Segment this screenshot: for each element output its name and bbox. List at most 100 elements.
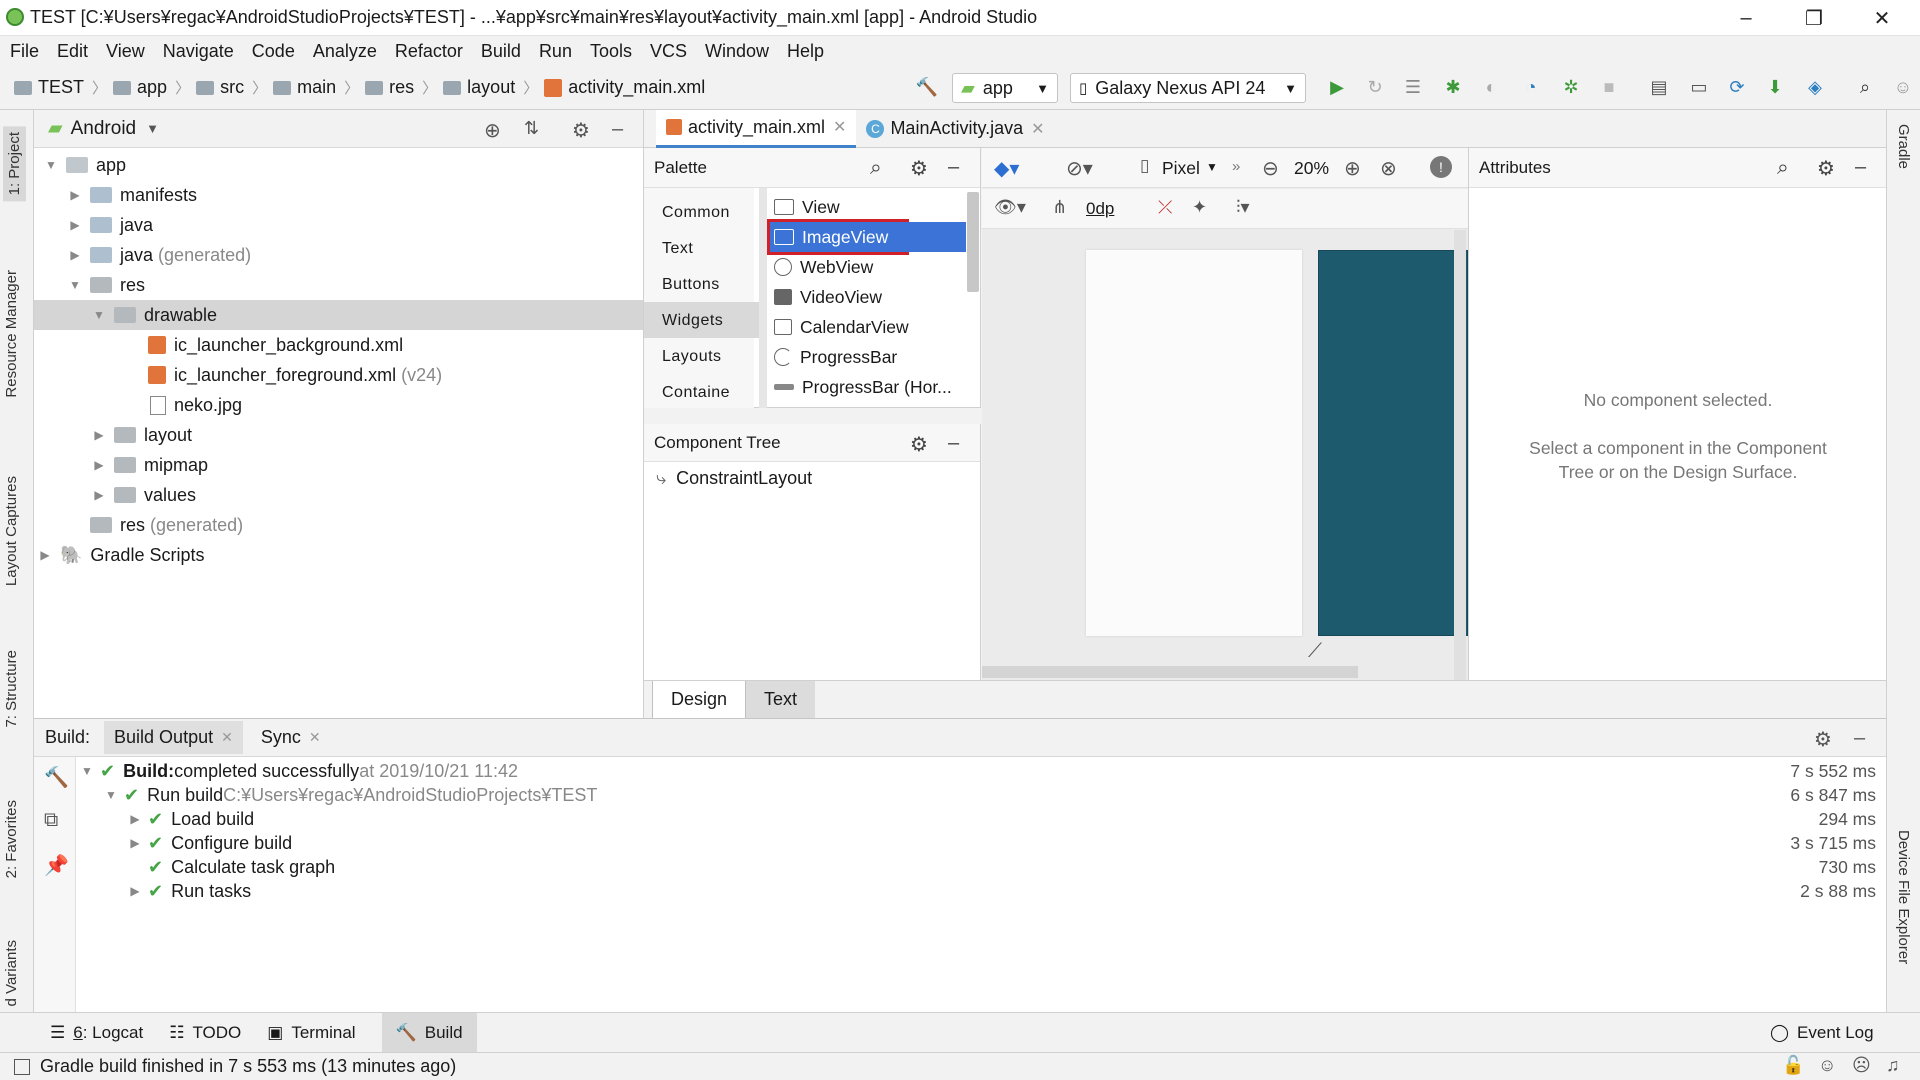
breadcrumb-item[interactable]: src 〉: [196, 77, 267, 98]
build-row-run-build[interactable]: ▼ ✔ Run build C:¥Users¥regac¥AndroidStudi…: [76, 783, 1886, 807]
palette-category-containers[interactable]: Containe: [662, 384, 730, 402]
gear-icon[interactable]: ⚙: [910, 156, 928, 181]
tree-item-res-generated[interactable]: res (generated): [34, 510, 643, 540]
vertical-scrollbar[interactable]: [1454, 230, 1466, 680]
layout-inspector-icon[interactable]: ◈: [1802, 74, 1828, 100]
search-icon[interactable]: ⌕: [1852, 74, 1878, 100]
zoom-fit-icon[interactable]: ⊗: [1380, 156, 1397, 181]
build-row-calculate-task-graph[interactable]: ✔ Calculate task graph 730 ms: [76, 855, 1886, 879]
tree-item-mipmap[interactable]: ▶ mipmap: [34, 450, 643, 480]
hide-panel-icon[interactable]: –: [948, 156, 959, 179]
gear-icon[interactable]: ⚙: [910, 432, 928, 457]
notifications-icon[interactable]: ♫: [1886, 1055, 1900, 1076]
palette-item-progressbar[interactable]: ProgressBar: [774, 342, 897, 372]
tab-build-output[interactable]: Build Output ✕: [104, 721, 243, 754]
hide-panel-icon[interactable]: –: [1855, 156, 1866, 179]
search-icon[interactable]: ⌕: [870, 156, 882, 180]
guidelines-icon[interactable]: ⫶▾: [1236, 197, 1250, 218]
tree-item-res[interactable]: ▼ res: [34, 270, 643, 300]
coverage-icon[interactable]: ◐: [1478, 74, 1504, 100]
tool-todo[interactable]: ☷ TODO: [169, 1013, 241, 1053]
tool-terminal[interactable]: ▣ Terminal: [267, 1013, 355, 1053]
tree-item-ic-launcher-foreground[interactable]: ic_launcher_foreground.xml (v24): [34, 360, 643, 390]
design-preview[interactable]: [1086, 250, 1302, 636]
palette-category-buttons[interactable]: Buttons: [662, 276, 720, 294]
menu-run[interactable]: Run: [539, 41, 572, 62]
menu-vcs[interactable]: VCS: [650, 41, 687, 62]
tree-item-app[interactable]: ▼ app: [34, 150, 643, 180]
close-button[interactable]: ✕: [1852, 0, 1912, 36]
hide-panel-icon[interactable]: –: [948, 432, 959, 455]
menu-build[interactable]: Build: [481, 41, 521, 62]
tree-item-neko-jpg[interactable]: neko.jpg: [34, 390, 643, 420]
build-row-run-tasks[interactable]: ▶ ✔ Run tasks 2 s 88 ms: [76, 879, 1886, 903]
tab-sync[interactable]: Sync ✕: [261, 727, 321, 748]
happy-icon[interactable]: ☺: [1818, 1055, 1836, 1076]
hide-panel-icon[interactable]: –: [1854, 727, 1865, 750]
rebuild-icon[interactable]: 🔨: [44, 765, 69, 790]
close-tab-icon[interactable]: ✕: [833, 117, 846, 137]
breadcrumb-item[interactable]: layout 〉: [443, 77, 538, 98]
device-select[interactable]: ▯ Galaxy Nexus API 24 ▼: [1070, 73, 1306, 103]
palette-item-videoview[interactable]: VideoView: [774, 282, 882, 312]
menu-refactor[interactable]: Refactor: [395, 41, 463, 62]
toggle-view-icon[interactable]: ⧉: [44, 809, 58, 832]
collapse-all-icon[interactable]: ⇅: [524, 118, 539, 139]
tree-item-manifests[interactable]: ▶ manifests: [34, 180, 643, 210]
tab-structure[interactable]: 7: Structure: [3, 650, 20, 728]
sdk-manager-icon[interactable]: ⬇: [1762, 74, 1788, 100]
zoom-in-icon[interactable]: ⊕: [1344, 156, 1361, 181]
menu-code[interactable]: Code: [252, 41, 295, 62]
restore-button[interactable]: ❐: [1784, 0, 1844, 36]
tool-event-log[interactable]: ◯ Event Log: [1770, 1013, 1874, 1053]
zoom-out-icon[interactable]: ⊖: [1262, 156, 1279, 181]
chevron-down-icon[interactable]: ▼: [1206, 160, 1218, 174]
menu-file[interactable]: File: [10, 41, 39, 62]
hammer-icon[interactable]: 🔨: [914, 74, 940, 100]
search-icon[interactable]: ⌕: [1777, 156, 1789, 180]
tab-activity-main-xml[interactable]: activity_main.xml ✕: [656, 109, 857, 148]
tab-build-variants[interactable]: d Variants: [3, 940, 20, 1006]
tree-item-layout[interactable]: ▶ layout: [34, 420, 643, 450]
menu-view[interactable]: View: [106, 41, 145, 62]
breadcrumb-item[interactable]: app 〉: [113, 77, 190, 98]
tab-mainactivity-java[interactable]: C MainActivity.java ✕: [856, 110, 1054, 148]
menu-help[interactable]: Help: [787, 41, 824, 62]
tool-logcat[interactable]: ☰ 6: Logcat: [50, 1013, 143, 1053]
tab-design[interactable]: Design: [652, 681, 747, 718]
status-toggle-icon[interactable]: [14, 1058, 30, 1075]
run-icon[interactable]: ▶: [1324, 74, 1350, 100]
project-view-select[interactable]: Android: [71, 118, 137, 140]
horizontal-scrollbar[interactable]: [982, 666, 1358, 678]
device-icon[interactable]: ▯: [1140, 156, 1149, 176]
palette-item-calendarview[interactable]: CalendarView: [774, 312, 909, 342]
tab-favorites[interactable]: 2: Favorites: [3, 800, 20, 878]
attach-debugger-icon[interactable]: ✲: [1558, 74, 1584, 100]
sad-icon[interactable]: ☹: [1852, 1055, 1871, 1076]
lock-icon[interactable]: 🔓: [1782, 1055, 1804, 1076]
tree-item-drawable[interactable]: ▼ drawable: [34, 300, 643, 330]
chevron-down-icon[interactable]: ▼: [146, 121, 159, 136]
apply-code-changes-icon[interactable]: ☰: [1400, 74, 1426, 100]
tree-item-ic-launcher-background[interactable]: ic_launcher_background.xml: [34, 330, 643, 360]
tree-item-java[interactable]: ▶ java: [34, 210, 643, 240]
tab-layout-captures[interactable]: Layout Captures: [3, 476, 20, 586]
tool-build[interactable]: 🔨 Build: [381, 1012, 477, 1053]
run-config-select[interactable]: ▰ app ▼: [952, 73, 1058, 103]
palette-item-view[interactable]: View: [774, 192, 840, 222]
locate-icon[interactable]: ⊕: [484, 118, 501, 143]
breadcrumb-item[interactable]: res 〉: [365, 77, 437, 98]
menu-analyze[interactable]: Analyze: [313, 41, 377, 62]
breadcrumb-item[interactable]: activity_main.xml: [544, 77, 705, 98]
menu-window[interactable]: Window: [705, 41, 769, 62]
tree-item-gradle-scripts[interactable]: ▶ 🐘 Gradle Scripts: [34, 540, 643, 570]
apply-changes-icon[interactable]: ↻: [1362, 74, 1388, 100]
tab-resource-manager[interactable]: Resource Manager: [3, 270, 20, 398]
gear-icon[interactable]: ⚙: [572, 118, 590, 143]
stop-icon[interactable]: ■: [1596, 74, 1622, 100]
tab-gradle[interactable]: Gradle: [1895, 124, 1912, 169]
palette-category-layouts[interactable]: Layouts: [662, 348, 722, 366]
palette-item-progressbar-horizontal[interactable]: ProgressBar (Hor...: [774, 372, 952, 402]
build-row-load-build[interactable]: ▶ ✔ Load build 294 ms: [76, 807, 1886, 831]
palette-category-widgets[interactable]: Widgets: [662, 312, 723, 330]
